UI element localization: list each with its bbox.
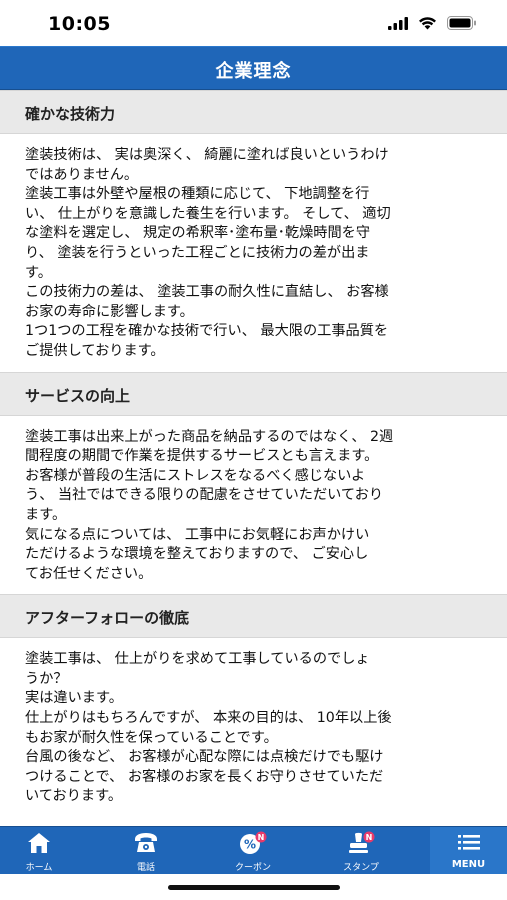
text-line: 塗装技術は、 実は奥深く、 綺麗に塗れば良いというわけ <box>25 147 389 163</box>
status-icons <box>388 15 477 34</box>
section-title: 確かな技術力 <box>0 90 507 134</box>
new-badge: N <box>366 833 373 842</box>
text-line: 塗装工事は外壁や屋根の種類に応じて、 下地調整を行 <box>25 186 370 203</box>
text-line: す。 <box>25 264 52 281</box>
text-line: 塗装工事は出来上がった商品を納品するのではなく、 2週 <box>25 428 394 445</box>
status-bar: 10:05 <box>0 0 507 46</box>
tab-coupon[interactable]: % N クーポン <box>214 827 292 875</box>
text-line: もお家が耐久性を保っていることです。 <box>25 729 278 746</box>
tab-home[interactable]: ホーム <box>0 827 78 875</box>
section-body: 塗装工事は出来上がった商品を納品するのではなく、 2週 間程度の期間で作業を提供… <box>0 416 507 595</box>
status-time: 10:05 <box>48 13 111 35</box>
text-line: ます。 <box>25 506 67 523</box>
text-line: この技術力の差は、 塗装工事の耐久性に直結し、 お客様 <box>25 284 389 301</box>
text-line: お家の寿命に影響します。 <box>25 303 194 320</box>
section-title: サービスの向上 <box>0 371 507 416</box>
text-line: り、 塗装を行うといった工程ごとに技術力の差が出ま <box>25 244 370 261</box>
tab-phone[interactable]: 電話 <box>107 827 185 875</box>
home-icon <box>0 831 78 859</box>
text-line: ただけるような環境を整えておりますので、 ご安心し <box>25 546 369 563</box>
text-line: つけることで、 お客様のお家を長くお守りさせていただ <box>25 768 384 785</box>
tab-stamp[interactable]: N スタンプ <box>322 827 400 875</box>
page-title: 企業理念 <box>215 61 292 82</box>
text-line: ご提供しております。 <box>25 342 165 359</box>
text-line: 気になる点については、 工事中にお気軽にお声かけい <box>25 526 370 543</box>
stamp-icon: N <box>322 831 400 859</box>
battery-icon <box>447 15 477 34</box>
tab-label: クーポン <box>234 863 271 873</box>
coupon-icon: % N <box>214 831 292 859</box>
text-line: い、 仕上がりを意識した養生を行います。 そして、 適切 <box>25 205 391 222</box>
tab-label: MENU <box>451 859 486 870</box>
section-technology: 確かな技術力 塗装技術は、 実は奥深く、 綺麗に塗れば良いというわけ ではありま… <box>0 90 507 372</box>
text-line: 塗装工事は、 仕上がりを求めて工事しているのでしょ <box>25 651 370 668</box>
text-line: うか？ <box>25 670 68 687</box>
content-area[interactable]: 確かな技術力 塗装技術は、 実は奥深く、 綺麗に塗れば良いというわけ ではありま… <box>0 90 507 825</box>
new-badge: N <box>258 833 265 842</box>
text-line: ではありません。 <box>25 166 139 183</box>
section-title: アフターフォローの徹底 <box>0 594 507 639</box>
text-line: いております。 <box>25 788 123 805</box>
header-bar: 企業理念 <box>0 46 507 90</box>
text-line: お客様が普段の生活にストレスをなるべく感じないよ <box>25 467 366 484</box>
tab-label: スタンプ <box>343 863 379 873</box>
phone-icon <box>107 831 185 859</box>
text-line: てお任せください。 <box>25 565 153 582</box>
tab-bar: ホーム 電話 % N クーポン N スタンプ MENU <box>0 826 507 875</box>
text-line: な塗料を選定し、 規定の希釈率･塗布量･乾燥時間を守 <box>25 225 371 242</box>
text-line: 実は違います。 <box>25 690 123 707</box>
menu-icon <box>430 831 507 857</box>
section-service: サービスの向上 塗装工事は出来上がった商品を納品するのではなく、 2週 間程度の… <box>0 371 507 595</box>
section-aftercare: アフターフォローの徹底 塗装工事は、 仕上がりを求めて工事しているのでしょ うか… <box>0 594 507 817</box>
tab-label: ホーム <box>25 863 53 873</box>
tab-menu[interactable]: MENU <box>430 827 507 875</box>
text-line: う、 当社ではできる限りの配慮をさせていただいており <box>25 487 384 504</box>
section-body: 塗装技術は、 実は奥深く、 綺麗に塗れば良いというわけ ではありません。 塗装工… <box>0 134 507 372</box>
svg-text:%: % <box>244 838 256 852</box>
home-indicator[interactable] <box>168 885 340 890</box>
tab-label: 電話 <box>136 863 155 873</box>
signal-icon <box>388 15 408 34</box>
text-line: 間程度の期間で作業を提供するサービスとも言えます。 <box>25 448 379 465</box>
text-line: 仕上がりはもちろんですが、 本来の目的は、 10年以上後 <box>25 710 392 727</box>
home-indicator-area <box>0 874 507 900</box>
text-line: 台風の後など、 お客様が心配な際には点検だけでも駆け <box>25 749 384 766</box>
text-line: 1つ1つの工程を確かな技術で行い、 最大限の工事品質を <box>25 323 389 340</box>
section-body: 塗装工事は、 仕上がりを求めて工事しているのでしょ うか？ 実は違います。 仕上… <box>0 638 507 817</box>
wifi-icon <box>418 15 437 34</box>
